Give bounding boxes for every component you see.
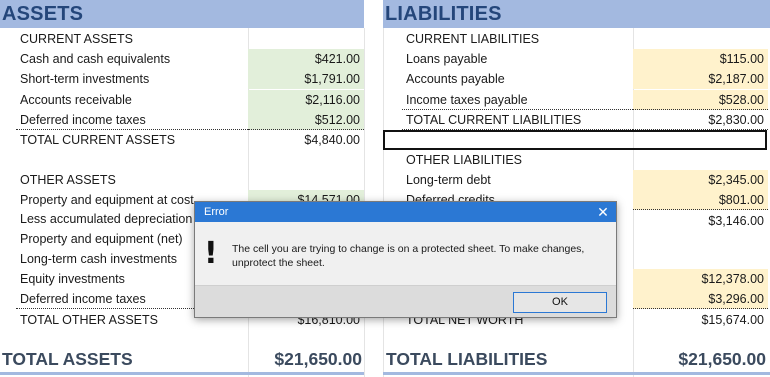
liability-label-long-term-debt[interactable]: Long-term debt (402, 170, 633, 190)
liability-label-loans[interactable]: Loans payable (402, 49, 633, 69)
ok-button[interactable]: OK (513, 292, 607, 313)
dialog-body: ! The cell you are trying to change is o… (195, 222, 616, 286)
dialog-title: Error (204, 206, 229, 218)
asset-value-deferred-taxes[interactable]: $512.00 (248, 110, 364, 130)
total-current-liabilities-value[interactable]: $2,830.00 (633, 110, 768, 130)
asset-label-cash[interactable]: Cash and cash equivalents (16, 49, 248, 69)
net-worth-value-1[interactable]: $12,378.00 (633, 269, 768, 289)
liability-value-loans[interactable]: $115.00 (633, 49, 768, 69)
total-assets-label[interactable]: TOTAL ASSETS (2, 345, 242, 373)
net-worth-value-2[interactable]: $3,296.00 (633, 289, 768, 309)
total-assets-underline (0, 372, 364, 375)
liability-value-accounts-payable[interactable]: $2,187.00 (633, 69, 768, 89)
current-assets-title[interactable]: CURRENT ASSETS (16, 29, 248, 49)
total-other-liabilities-value[interactable]: $3,146.00 (633, 211, 768, 231)
error-dialog: Error ✕ ! The cell you are trying to cha… (194, 201, 617, 318)
current-liabilities-title[interactable]: CURRENT LIABILITIES (402, 29, 633, 49)
close-icon[interactable]: ✕ (596, 202, 610, 222)
asset-label-receivable[interactable]: Accounts receivable (16, 90, 248, 110)
total-liabilities-value[interactable]: $21,650.00 (633, 345, 766, 373)
total-liabilities-underline (383, 372, 770, 375)
total-assets-value[interactable]: $21,650.00 (248, 345, 362, 373)
liabilities-header[interactable]: LIABILITIES (383, 0, 770, 28)
liability-value-long-term-debt[interactable]: $2,345.00 (633, 170, 768, 190)
total-net-worth-value[interactable]: $15,674.00 (633, 310, 768, 330)
total-current-assets-value[interactable]: $4,840.00 (248, 130, 364, 150)
asset-label-short-term[interactable]: Short-term investments (16, 69, 248, 89)
exclamation-icon: ! (204, 236, 218, 271)
liability-value-income-taxes[interactable]: $528.00 (633, 90, 768, 110)
dialog-message: The cell you are trying to change is on … (232, 243, 585, 269)
active-cell-selection[interactable] (383, 130, 767, 150)
assets-header[interactable]: ASSETS (0, 0, 364, 28)
asset-value-receivable[interactable]: $2,116.00 (248, 90, 364, 110)
balance-sheet: ASSETS LIABILITIES CURRENT ASSETS Cash a… (0, 0, 770, 377)
dialog-footer: OK (195, 285, 616, 317)
liability-label-income-taxes[interactable]: Income taxes payable (402, 90, 633, 110)
liability-label-accounts-payable[interactable]: Accounts payable (402, 69, 633, 89)
total-current-liabilities-label[interactable]: TOTAL CURRENT LIABILITIES (402, 110, 633, 130)
other-liabilities-title[interactable]: OTHER LIABILITIES (402, 150, 633, 170)
asset-label-deferred-taxes[interactable]: Deferred income taxes (16, 110, 248, 130)
other-assets-title[interactable]: OTHER ASSETS (16, 170, 248, 190)
asset-value-short-term[interactable]: $1,791.00 (248, 69, 364, 89)
liability-value-deferred-credits[interactable]: $801.00 (633, 190, 768, 210)
total-current-assets-label[interactable]: TOTAL CURRENT ASSETS (16, 130, 248, 150)
dialog-titlebar[interactable]: Error ✕ (195, 202, 616, 222)
total-liabilities-label[interactable]: TOTAL LIABILITIES (386, 345, 626, 373)
asset-value-cash[interactable]: $421.00 (248, 49, 364, 69)
